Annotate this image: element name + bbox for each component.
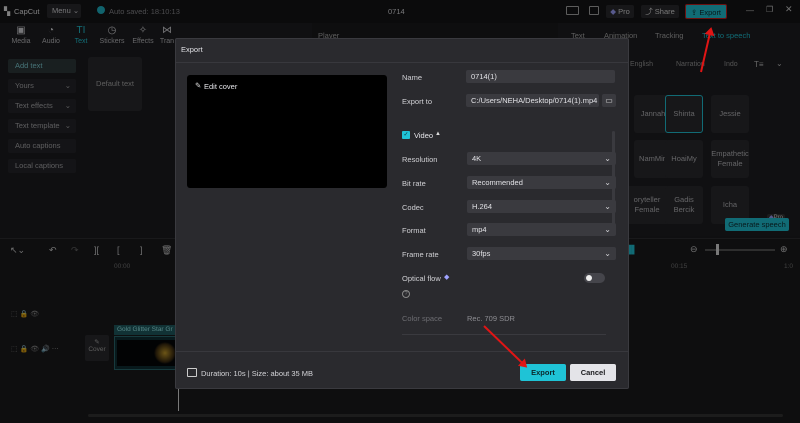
edit-cover-label: Edit cover bbox=[204, 82, 238, 91]
resolution-select[interactable]: 4K ⌄ bbox=[467, 152, 616, 165]
optical-flow-toggle[interactable] bbox=[584, 273, 605, 283]
framerate-label: Frame rate bbox=[402, 250, 439, 259]
dialog-header-divider bbox=[176, 62, 628, 63]
bitrate-value: Recommended bbox=[472, 178, 523, 187]
video-section-label: Video bbox=[414, 131, 434, 140]
footer-divider bbox=[176, 351, 628, 352]
chevron-down-icon: ⌄ bbox=[604, 225, 611, 234]
export-path-input[interactable]: C:/Users/NEHA/Desktop/0714(1).mp4 bbox=[466, 94, 599, 107]
name-label: Name bbox=[402, 73, 423, 82]
framerate-value: 30fps bbox=[472, 249, 491, 258]
film-icon bbox=[187, 368, 197, 377]
framerate-select[interactable]: 30fps ⌄ bbox=[467, 247, 616, 260]
format-label: Format bbox=[402, 226, 426, 235]
chevron-up-icon[interactable]: ▲ bbox=[435, 131, 441, 137]
resolution-value: 4K bbox=[472, 154, 482, 163]
chevron-down-icon: ⌄ bbox=[604, 202, 611, 211]
export-summary: Duration: 10s | Size: about 35 MB bbox=[201, 369, 314, 378]
chevron-down-icon: ⌄ bbox=[604, 249, 611, 258]
chevron-down-icon: ⌄ bbox=[604, 178, 611, 187]
optical-flow-label: Optical flow bbox=[402, 274, 441, 283]
bitrate-label: Bit rate bbox=[402, 179, 426, 188]
color-space-label: Color space bbox=[402, 314, 443, 323]
bitrate-select[interactable]: Recommended ⌄ bbox=[467, 176, 616, 189]
toggle-knob bbox=[586, 275, 592, 281]
export-button-label: Export bbox=[531, 368, 555, 377]
resolution-label: Resolution bbox=[402, 155, 438, 164]
codec-label: Codec bbox=[402, 203, 424, 212]
name-input[interactable]: 0714(1) bbox=[466, 70, 615, 83]
format-select[interactable]: mp4 ⌄ bbox=[467, 223, 616, 236]
cancel-button-label: Cancel bbox=[580, 368, 606, 377]
format-value: mp4 bbox=[472, 225, 487, 234]
info-icon[interactable]: ? bbox=[402, 290, 410, 298]
chevron-down-icon: ⌄ bbox=[604, 154, 611, 163]
export-dialog: Export ✎ Edit cover Name 0714(1) Export … bbox=[175, 38, 629, 389]
diamond-icon: ◆ bbox=[444, 274, 450, 281]
cover-preview[interactable]: ✎ Edit cover bbox=[187, 75, 387, 188]
folder-icon[interactable]: ▭ bbox=[602, 94, 616, 107]
codec-value: H.264 bbox=[472, 202, 493, 211]
name-value: 0714(1) bbox=[471, 72, 497, 81]
codec-select[interactable]: H.264 ⌄ bbox=[467, 200, 616, 213]
settings-divider bbox=[402, 334, 606, 335]
color-space-value: Rec. 709 SDR bbox=[467, 314, 515, 323]
video-checkbox[interactable]: ✓ bbox=[402, 131, 410, 139]
cancel-button[interactable]: Cancel bbox=[570, 364, 616, 381]
export-path-value: C:/Users/NEHA/Desktop/0714(1).mp4 bbox=[471, 96, 598, 105]
dialog-title: Export bbox=[181, 45, 203, 54]
export-to-label: Export to bbox=[402, 97, 433, 106]
edit-cover-icon: ✎ bbox=[195, 81, 202, 90]
